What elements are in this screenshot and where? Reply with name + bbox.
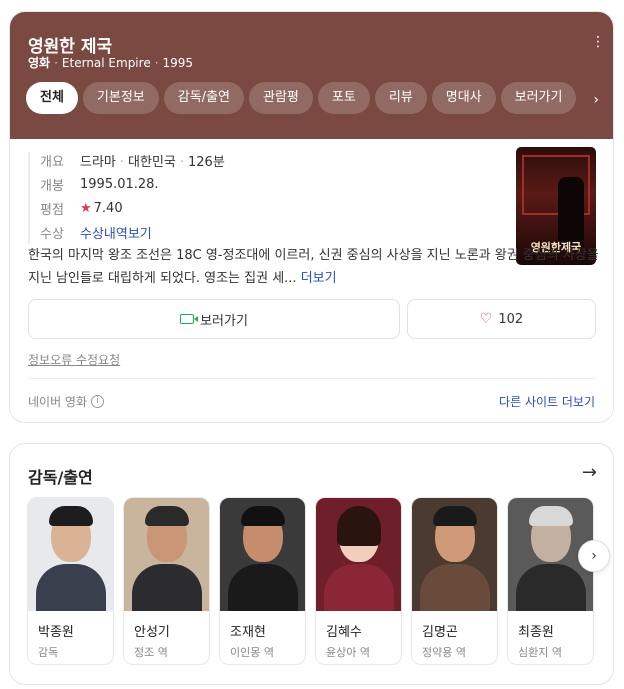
- movie-category: 영화: [28, 56, 51, 70]
- movie-english-title: Eternal Empire: [61, 56, 151, 70]
- tab-watch[interactable]: 보러가기: [500, 82, 577, 114]
- like-button[interactable]: ♡ 102: [407, 299, 596, 339]
- info-icon[interactable]: i: [91, 395, 105, 408]
- cast-name: 김명곤: [422, 625, 458, 640]
- overview-label: 개요: [40, 154, 64, 170]
- cast-item[interactable]: 조재현 이인몽 역: [219, 497, 306, 665]
- cast-role: 정조 역: [134, 646, 168, 659]
- more-options-icon[interactable]: ⋮: [591, 34, 605, 50]
- cast-name: 안성기: [134, 625, 170, 640]
- rating-number: 7.40: [93, 200, 123, 216]
- cast-item[interactable]: 박종원 감독: [27, 497, 114, 665]
- photo-body: [228, 564, 298, 611]
- separator-dot: ·: [54, 56, 58, 70]
- tab-all[interactable]: 전체: [26, 82, 78, 114]
- report-error-link[interactable]: 정보오류 수정요청: [28, 351, 120, 368]
- watch-button-label: 보러가기: [200, 313, 248, 329]
- like-count: 102: [498, 311, 524, 327]
- photo-body: [36, 564, 106, 611]
- tab-cast[interactable]: 감독/출연: [163, 82, 244, 114]
- rating-value: ★ 7.40: [80, 201, 123, 216]
- tab-quotes[interactable]: 명대사: [431, 82, 496, 114]
- photo-body: [132, 564, 202, 611]
- other-sites-link[interactable]: 다른 사이트 더보기: [499, 393, 595, 410]
- info-row-overview: 개요 드라마 · 대한민국 · 126분: [28, 148, 498, 172]
- cast-photo: [412, 498, 497, 611]
- watch-button[interactable]: 보러가기: [28, 299, 400, 339]
- info-row-rating: 평점 ★ 7.40: [28, 196, 498, 220]
- source-label: 네이버 영화 i: [28, 393, 105, 410]
- video-camera-icon: [180, 314, 199, 324]
- poster-figure: [558, 177, 584, 247]
- cast-item[interactable]: 안성기 정조 역: [123, 497, 210, 665]
- cast-name: 박종원: [38, 625, 74, 640]
- tab-review[interactable]: 리뷰: [374, 82, 427, 114]
- movie-description: 한국의 마지막 왕조 조선은 18C 영-정조대에 이르러, 신권 중심의 사상…: [28, 244, 603, 290]
- cast-role: 정약용 역: [422, 646, 466, 659]
- genre[interactable]: 드라마: [80, 155, 116, 170]
- info-row-release: 개봉 1995.01.28.: [28, 172, 498, 196]
- tab-photo[interactable]: 포토: [317, 82, 370, 114]
- heart-icon: ♡: [479, 311, 493, 327]
- cast-card: 감독/출연 → 박종원 감독 안성기 정조 역 조재현 이인몽 역 김혜수 윤상…: [9, 443, 614, 685]
- movie-subtitle: 영화 · Eternal Empire · 1995: [28, 54, 193, 71]
- cast-photo: [124, 498, 209, 611]
- tab-reviews-rating[interactable]: 관람평: [249, 82, 313, 114]
- cast-role: 윤상아 역: [326, 646, 370, 659]
- info-row-award: 수상 수상내역보기: [28, 220, 498, 244]
- source-text: 네이버 영화: [28, 395, 88, 409]
- photo-body: [516, 564, 586, 611]
- cast-item[interactable]: 김혜수 윤상아 역: [315, 497, 402, 665]
- cast-item[interactable]: 최종원 심환지 역: [507, 497, 594, 665]
- photo-hair: [241, 506, 285, 526]
- movie-header: 영원한 제국 영화 · Eternal Empire · 1995 ⋮ 전체 기본정보 감독…: [10, 12, 613, 139]
- tab-bar: 전체 기본정보 감독/출연 관람평 포토 리뷰 명대사 보러가기: [26, 82, 586, 116]
- rating-label: 평점: [40, 202, 64, 218]
- arrow-right-icon[interactable]: →: [582, 462, 597, 483]
- separator-dot: ·: [179, 154, 185, 170]
- cast-role: 이인몽 역: [230, 646, 274, 659]
- award-link[interactable]: 수상내역보기: [80, 223, 152, 242]
- star-icon: ★: [80, 200, 92, 216]
- photo-body: [324, 564, 394, 611]
- movie-card: 영원한 제국 영화 · Eternal Empire · 1995 ⋮ 전체 기본정보 감독…: [9, 11, 614, 423]
- description-more-link[interactable]: 더보기: [301, 271, 337, 286]
- chevron-right-icon[interactable]: ›: [578, 540, 610, 572]
- release-date: 1995.01.28.: [80, 176, 159, 192]
- award-label: 수상: [40, 226, 64, 242]
- photo-hair: [145, 506, 189, 526]
- photo-body: [420, 564, 490, 611]
- cast-name: 김혜수: [326, 625, 362, 640]
- photo-hair: [433, 506, 477, 526]
- country: 대한민국: [128, 154, 176, 170]
- cast-photo: [28, 498, 113, 611]
- cast-role: 심환지 역: [518, 646, 562, 659]
- runtime: 126분: [188, 154, 225, 170]
- separator-dot: ·: [119, 154, 125, 170]
- movie-year: 1995: [162, 56, 194, 70]
- overview-value: 드라마 · 대한민국 · 126분: [80, 151, 225, 170]
- photo-hair: [337, 506, 381, 546]
- photo-hair: [49, 506, 93, 526]
- cast-list: 박종원 감독 안성기 정조 역 조재현 이인몽 역 김혜수 윤상아 역 김명곤 …: [27, 497, 597, 667]
- cast-photo: [220, 498, 305, 611]
- release-label: 개봉: [40, 178, 64, 194]
- cast-item[interactable]: 김명곤 정약용 역: [411, 497, 498, 665]
- chevron-right-icon[interactable]: ›: [593, 92, 599, 108]
- divider: [28, 378, 596, 379]
- cast-section-title[interactable]: 감독/출연: [28, 464, 93, 488]
- photo-hair: [529, 506, 573, 526]
- separator-dot: ·: [154, 56, 159, 70]
- cast-name: 최종원: [518, 625, 554, 640]
- cast-name: 조재현: [230, 625, 266, 640]
- cast-photo: [316, 498, 401, 611]
- cast-role: 감독: [38, 646, 59, 659]
- tab-basic-info[interactable]: 기본정보: [82, 82, 159, 114]
- movie-info: 개요 드라마 · 대한민국 · 126분 개봉 1995.01.28. 평점 ★ 7.40…: [28, 148, 498, 244]
